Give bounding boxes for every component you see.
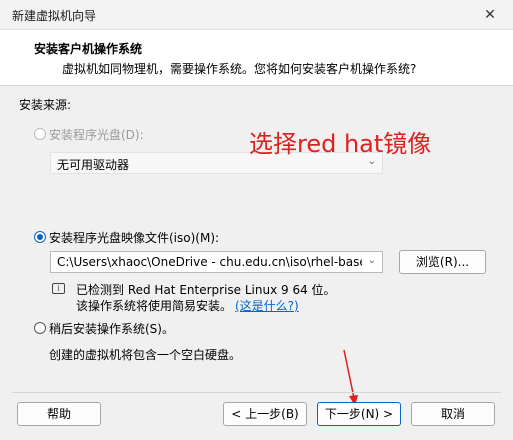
disc-option-label: 安装程序光盘(D): — [49, 128, 144, 142]
next-button[interactable]: 下一步(N) > — [317, 402, 401, 426]
title-bar: 新建虚拟机向导 ✕ — [0, 0, 513, 30]
later-description: 创建的虚拟机将包含一个空白硬盘。 — [49, 348, 242, 362]
detected-os-text: 已检测到 Red Hat Enterprise Linux 9 64 位。 — [76, 283, 336, 297]
iso-path-value: C:\Users\xhaoc\OneDrive - chu.edu.cn\iso… — [57, 255, 362, 269]
browse-button[interactable]: 浏览(R)... — [399, 250, 486, 274]
disc-radio[interactable] — [34, 128, 46, 140]
browse-label: 浏览(R)... — [415, 255, 470, 269]
next-label: 下一步(N) > — [324, 407, 394, 421]
whats-this-link[interactable]: (这是什么?) — [235, 297, 299, 314]
info-icon: i — [52, 283, 65, 294]
annotation-arrow — [343, 349, 358, 406]
cancel-label: 取消 — [440, 407, 465, 421]
cancel-button[interactable]: 取消 — [411, 402, 495, 426]
wizard-header: 安装客户机操作系统 虚拟机如同物理机，需要操作系统。您将如何安装客户机操作系统? — [0, 30, 513, 86]
chevron-down-icon: ⌄ — [367, 255, 376, 266]
page-title: 安装客户机操作系统 — [34, 42, 143, 56]
window-title: 新建虚拟机向导 — [12, 9, 97, 23]
footer-separator — [12, 392, 501, 393]
help-label: 帮助 — [46, 407, 71, 421]
help-button[interactable]: 帮助 — [17, 402, 101, 426]
back-button[interactable]: < 上一步(B) — [223, 402, 307, 426]
iso-option-label: 安装程序光盘映像文件(iso)(M): — [49, 231, 220, 245]
iso-path-select[interactable]: C:\Users\xhaoc\OneDrive - chu.edu.cn\iso… — [50, 251, 383, 273]
easy-install-text: 该操作系统将使用简易安装。 — [76, 299, 233, 313]
later-option-label: 稍后安装操作系统(S)。 — [49, 322, 174, 336]
later-radio[interactable] — [34, 322, 46, 334]
close-icon[interactable]: ✕ — [477, 3, 503, 27]
back-label: < 上一步(B) — [231, 407, 299, 421]
disc-drive-value: 无可用驱动器 — [57, 158, 130, 172]
source-label: 安装来源: — [19, 98, 72, 112]
page-subtitle: 虚拟机如同物理机，需要操作系统。您将如何安装客户机操作系统? — [62, 62, 417, 76]
iso-radio[interactable] — [34, 231, 46, 243]
annotation-text: 选择red hat镜像 — [249, 130, 432, 158]
